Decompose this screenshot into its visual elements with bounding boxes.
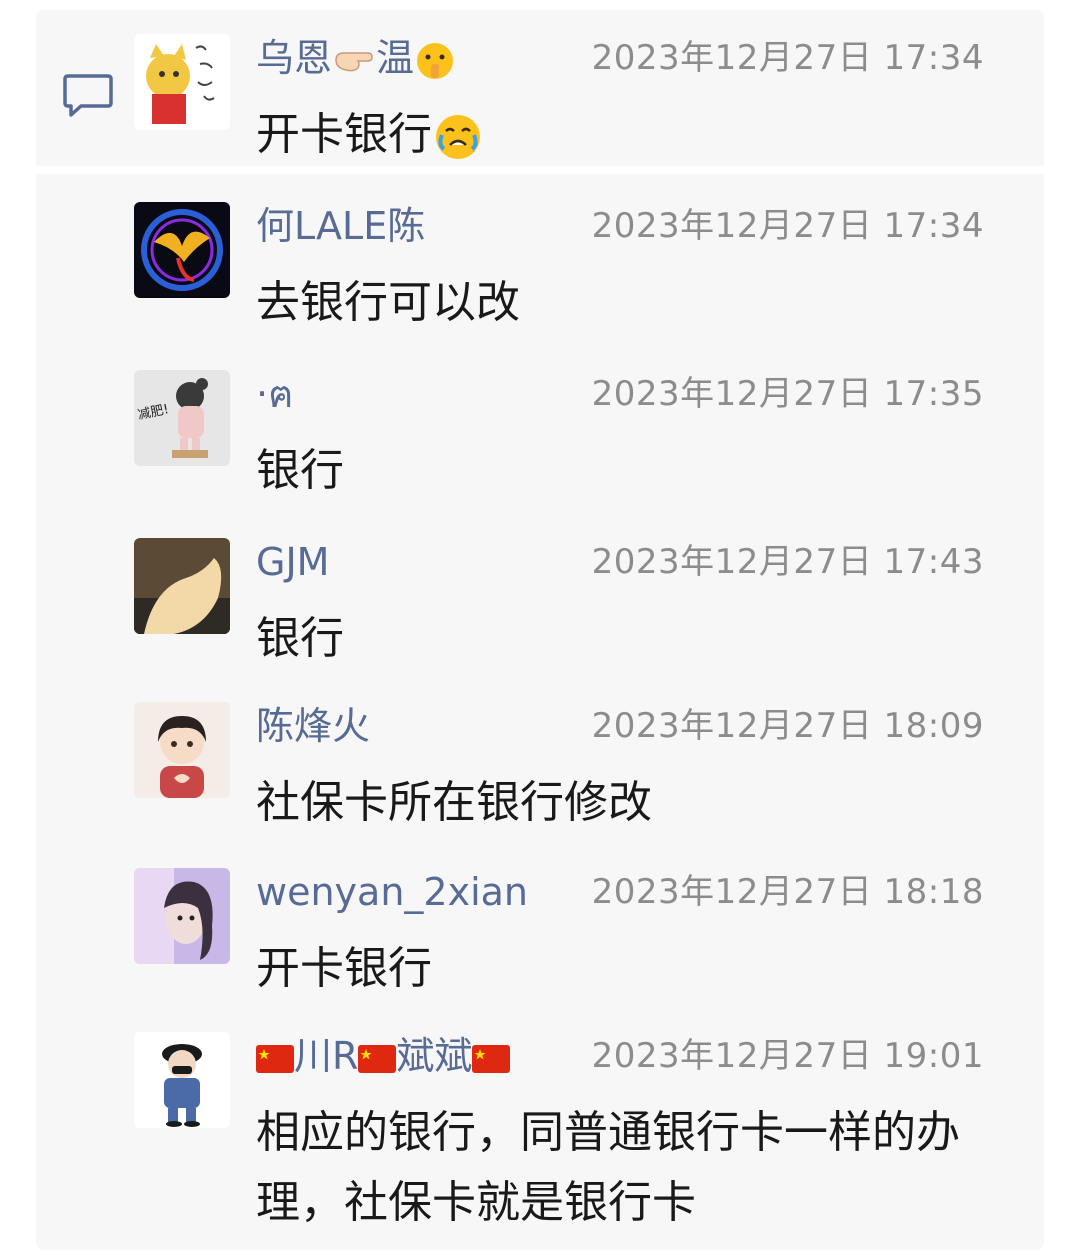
cartoon-child-avatar[interactable]: 减肥! bbox=[134, 370, 230, 466]
sender-name-part: 川R bbox=[294, 1034, 359, 1078]
sender-name[interactable]: GJM bbox=[256, 538, 329, 586]
china-flag-icon bbox=[472, 1044, 511, 1073]
comment-row: 川R 斌斌 2023年12月27日 19:01 相应的银行，同普通银行卡一样的办理… bbox=[134, 1032, 1014, 1228]
portrait-avatar[interactable] bbox=[134, 868, 230, 964]
comment-row: GJM 2023年12月27日 17:43 银行 bbox=[134, 538, 1014, 668]
message-time: 2023年12月27日 17:35 bbox=[591, 374, 984, 414]
comment-icon[interactable] bbox=[62, 72, 114, 120]
message-time: 2023年12月27日 18:18 bbox=[591, 872, 984, 912]
message-time: 2023年12月27日 18:09 bbox=[591, 706, 984, 746]
message-time: 2023年12月27日 17:34 bbox=[591, 206, 984, 246]
photo-avatar[interactable] bbox=[134, 538, 230, 634]
crying-face-icon bbox=[436, 115, 480, 159]
sender-name-part: 乌恩 bbox=[256, 36, 333, 80]
cartoon-figure-avatar[interactable] bbox=[134, 1032, 230, 1128]
message-text: 银行 bbox=[256, 613, 344, 664]
shushing-face-icon bbox=[417, 42, 454, 79]
china-flag-icon bbox=[256, 1044, 294, 1073]
yellow-cat-avatar[interactable] bbox=[134, 34, 230, 130]
sender-name[interactable]: wenyan_2xian bbox=[256, 868, 528, 916]
message-text: 银行 bbox=[256, 445, 344, 496]
comment-row: 减肥! ·ฅ 2023年12月27日 17:35 银行 bbox=[134, 370, 1014, 500]
sender-name[interactable]: 何LALE陈 bbox=[256, 202, 425, 250]
sender-name-part: 斌斌 bbox=[396, 1034, 473, 1078]
message-time: 2023年12月27日 19:01 bbox=[591, 1036, 984, 1076]
message-text: 社保卡所在银行修改 bbox=[256, 777, 652, 828]
comment-row: 何LALE陈 2023年12月27日 17:34 去银行可以改 bbox=[134, 202, 1014, 332]
china-flag-icon bbox=[358, 1044, 397, 1073]
message-text-content: 开卡银行 bbox=[256, 109, 432, 160]
sender-name-part: 温 bbox=[376, 36, 415, 80]
sender-name[interactable]: 乌恩温 bbox=[256, 34, 456, 82]
message-time: 2023年12月27日 17:34 bbox=[591, 38, 984, 78]
message-text: 去银行可以改 bbox=[256, 277, 520, 328]
comment-row: 乌恩温 2023年12月27日 17:34 开卡银行 bbox=[134, 34, 1014, 164]
message-time: 2023年12月27日 17:43 bbox=[591, 542, 984, 582]
sender-name[interactable]: ·ฅ bbox=[256, 370, 294, 418]
pointing-hand-icon bbox=[335, 51, 373, 71]
message-text: 开卡银行 bbox=[256, 943, 432, 994]
sender-name[interactable]: 川R 斌斌 bbox=[256, 1032, 511, 1080]
message-text: 开卡银行 bbox=[256, 100, 986, 170]
sender-name[interactable]: 陈烽火 bbox=[256, 702, 370, 750]
comment-row: 陈烽火 2023年12月27日 18:09 社保卡所在银行修改 bbox=[134, 702, 1014, 832]
phoenix-avatar[interactable] bbox=[134, 202, 230, 298]
comment-row: wenyan_2xian 2023年12月27日 18:18 开卡银行 bbox=[134, 868, 1014, 998]
message-text: 相应的银行，同普通银行卡一样的办理，社保卡就是银行卡 bbox=[256, 1107, 960, 1228]
anime-boy-avatar[interactable] bbox=[134, 702, 230, 798]
